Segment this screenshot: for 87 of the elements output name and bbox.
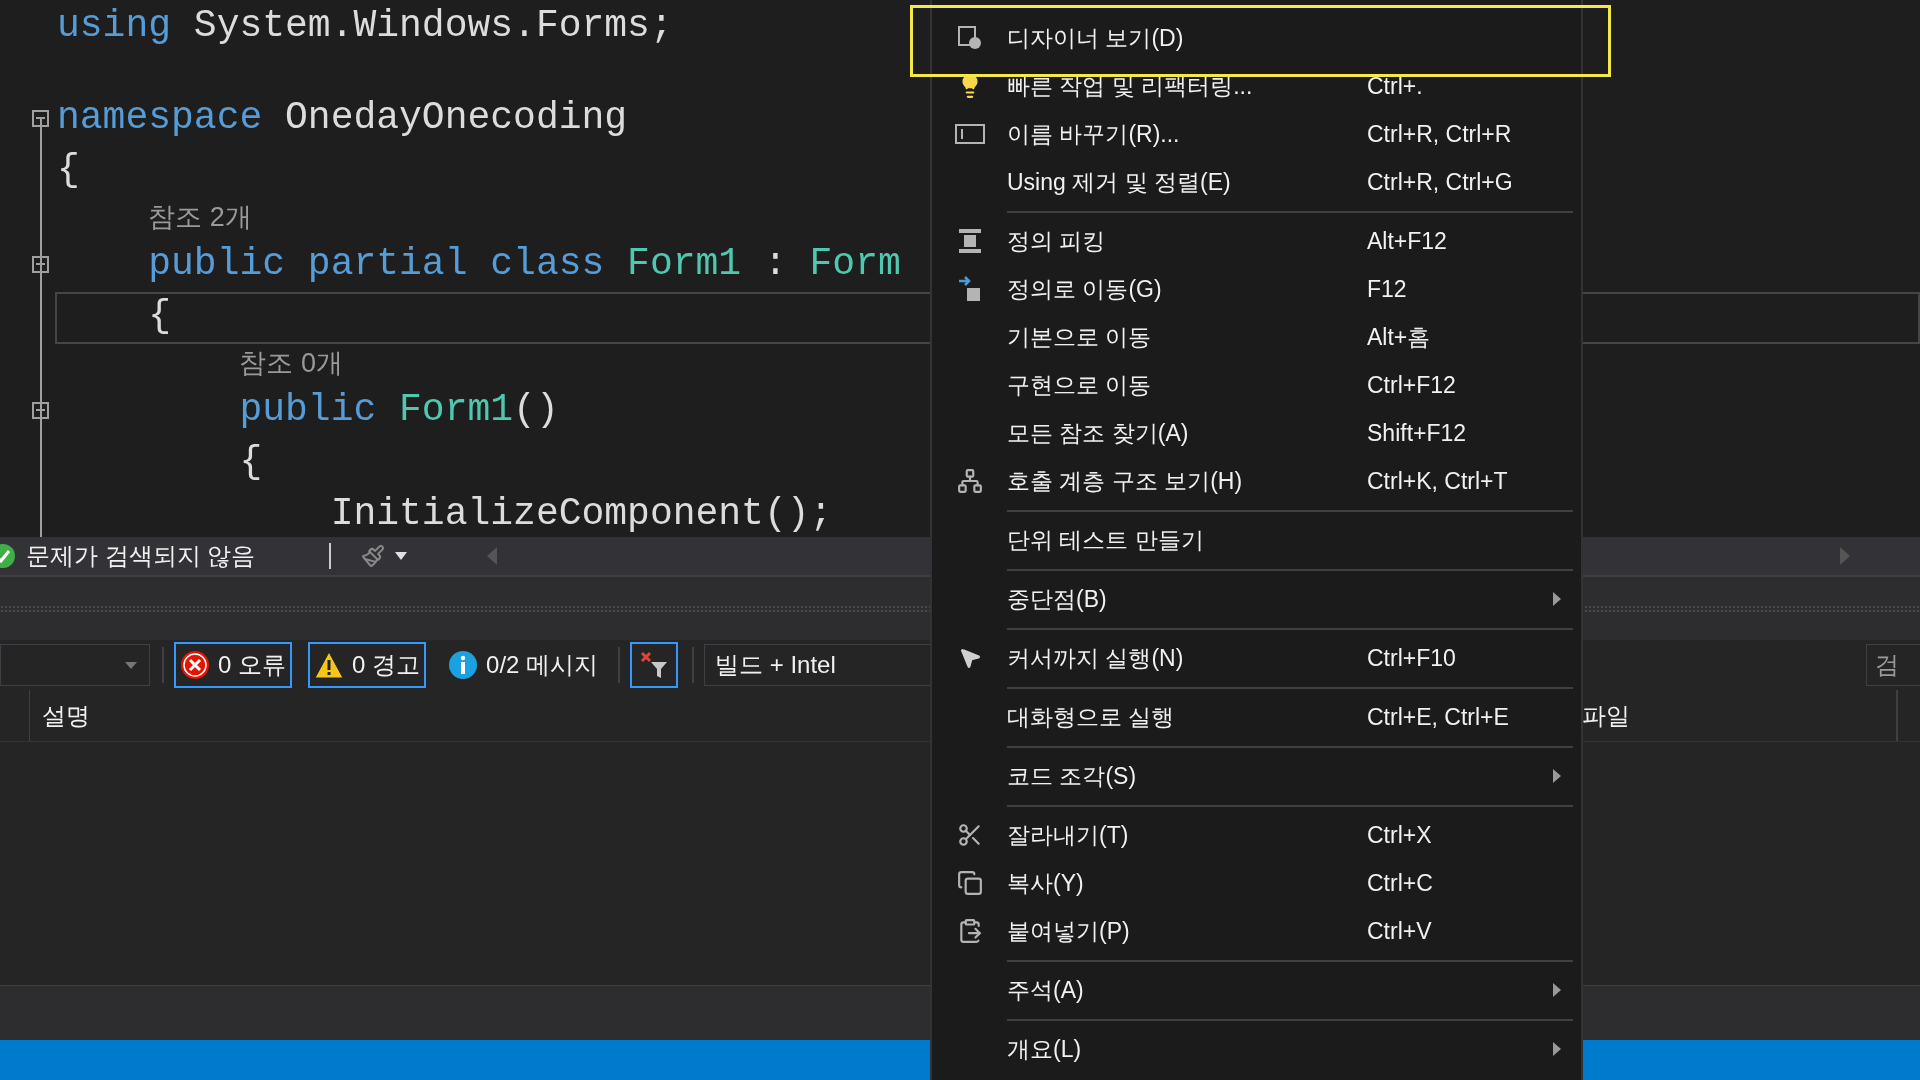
menu-label: 이름 바꾸기(R)... — [1007, 119, 1181, 149]
shortcut: Ctrl+F12 — [1367, 370, 1456, 400]
code-line: using System.Windows.Forms; — [57, 7, 673, 45]
menu-item[interactable]: 빠른 작업 및 리팩터링... Ctrl+. — [932, 62, 1581, 110]
menu-label: 중단점(B) — [1007, 584, 1108, 614]
menu-item[interactable]: 이름 바꾸기(R)... Ctrl+R, Ctrl+R — [932, 110, 1581, 158]
caret-icon — [125, 661, 137, 669]
menu-item[interactable]: 기본으로 이동 Alt+홈 — [932, 313, 1581, 361]
menu-item[interactable]: 대화형으로 실행 Ctrl+E, Ctrl+E — [932, 693, 1581, 741]
menu-label: 복사(Y) — [1007, 868, 1085, 898]
menu-item[interactable]: 모든 참조 찾기(A) Shift+F12 — [932, 409, 1581, 457]
shortcut: Ctrl+. — [1367, 71, 1423, 101]
search-field[interactable]: 검 — [1866, 644, 1920, 686]
clear-filter-icon — [639, 650, 670, 680]
filter-toggle[interactable]: 0 경고 — [308, 642, 427, 688]
check-icon — [0, 543, 16, 569]
menu-label: 모든 참조 찾기(A) — [1007, 418, 1190, 448]
warning-icon — [314, 651, 344, 679]
menu-item[interactable]: 구현으로 이동 Ctrl+F12 — [932, 361, 1581, 409]
menu-item[interactable]: 복사(Y) Ctrl+C — [932, 859, 1581, 907]
menu-item[interactable]: 단위 테스트 만들기 — [932, 516, 1581, 564]
shortcut: Ctrl+V — [1367, 916, 1432, 946]
menu-item[interactable]: 개요(L) — [932, 1025, 1581, 1073]
menu-label: 호출 계층 구조 보기(H) — [1007, 466, 1244, 496]
shortcut: Alt+홈 — [1367, 322, 1431, 352]
menu-label: Using 제거 및 정렬(E) — [1007, 167, 1232, 197]
menu-label: 붙여넣기(P) — [1007, 916, 1131, 946]
arrow-square-icon — [956, 275, 983, 303]
menu-label: 커서까지 실행(N) — [1007, 643, 1185, 673]
menu-item[interactable]: 정의로 이동(G) F12 — [932, 265, 1581, 313]
menu-item[interactable]: 디자이너 보기(D) — [932, 14, 1581, 62]
shortcut: Shift+F12 — [1367, 418, 1467, 448]
square-dot-icon — [956, 25, 983, 51]
code-line: { — [238, 443, 263, 481]
menu-item[interactable]: Using 제거 및 정렬(E) Ctrl+R, Ctrl+G — [932, 158, 1581, 206]
menu-item[interactable]: 잘라내기(T) Ctrl+X — [932, 811, 1581, 859]
menu-label: 빠른 작업 및 리팩터링... — [1007, 71, 1254, 101]
shortcut: Ctrl+R, Ctrl+R — [1367, 119, 1512, 149]
info-icon — [448, 650, 479, 680]
menu-label: 단위 테스트 만들기 — [1007, 525, 1205, 555]
shortcut: F12 — [1367, 274, 1407, 304]
menu-label: 정의로 이동(G) — [1007, 274, 1163, 304]
collapse-icon[interactable] — [32, 401, 49, 419]
filter-button[interactable] — [630, 642, 679, 688]
hierarchy-icon — [956, 468, 983, 494]
menu-item[interactable]: 주석(A) — [932, 966, 1581, 1014]
text-field-icon — [954, 123, 985, 145]
menu-label: 주석(A) — [1007, 975, 1085, 1005]
collapse-icon[interactable] — [32, 109, 49, 127]
menu-label: 구현으로 이동 — [1007, 370, 1153, 400]
panel-icon — [956, 227, 983, 255]
menu-label: 정의 피킹 — [1007, 226, 1107, 256]
menu-label: 기본으로 이동 — [1007, 322, 1153, 352]
copy-icon — [956, 870, 983, 896]
code-line: { — [57, 151, 80, 189]
menu-item[interactable]: 호출 계층 구조 보기(H) Ctrl+K, Ctrl+T — [932, 457, 1581, 505]
filter-toggle[interactable]: 0/2 메시지 — [442, 642, 605, 688]
code-line: public partial class Form1 : Form — [147, 245, 901, 283]
menu-label: 코드 조각(S) — [1007, 761, 1138, 791]
shortcut: Ctrl+X — [1367, 820, 1432, 850]
menu-item[interactable]: 코드 조각(S) — [932, 752, 1581, 800]
brush-icon — [361, 544, 386, 568]
menu-label: 대화형으로 실행 — [1007, 702, 1176, 732]
error-icon — [180, 650, 210, 680]
shortcut: Ctrl+E, Ctrl+E — [1367, 702, 1509, 732]
scissors-icon — [956, 822, 983, 848]
menu-item[interactable]: 붙여넣기(P) Ctrl+V — [932, 907, 1581, 955]
collapse-icon[interactable] — [32, 255, 49, 273]
reference-count[interactable]: 참조 0개 — [239, 342, 343, 384]
code-line: InitializeComponent(); — [329, 495, 833, 533]
code-line: { — [147, 297, 172, 335]
shortcut: Alt+F12 — [1367, 226, 1447, 256]
code-line: public Form1() — [238, 391, 559, 429]
filter-toggle[interactable]: 0 오류 — [174, 642, 292, 688]
menu-label: 디자이너 보기(D) — [1007, 23, 1185, 53]
status-message: 문제가 검색되지 않음 — [26, 541, 256, 571]
caret-icon — [395, 552, 408, 560]
shortcut: Ctrl+C — [1367, 868, 1433, 898]
shortcut: Ctrl+K, Ctrl+T — [1367, 466, 1508, 496]
code-line: namespace OnedayOnecoding — [57, 99, 628, 137]
menu-label: 잘라내기(T) — [1007, 820, 1130, 850]
shortcut: Ctrl+R, Ctrl+G — [1367, 167, 1513, 197]
brush-dropdown[interactable] — [361, 544, 408, 568]
reference-count[interactable]: 참조 2개 — [148, 196, 252, 238]
shortcut: Ctrl+F10 — [1367, 643, 1456, 673]
menu-item[interactable]: 정의 피킹 Alt+F12 — [932, 217, 1581, 265]
menu-label: 개요(L) — [1007, 1034, 1083, 1064]
